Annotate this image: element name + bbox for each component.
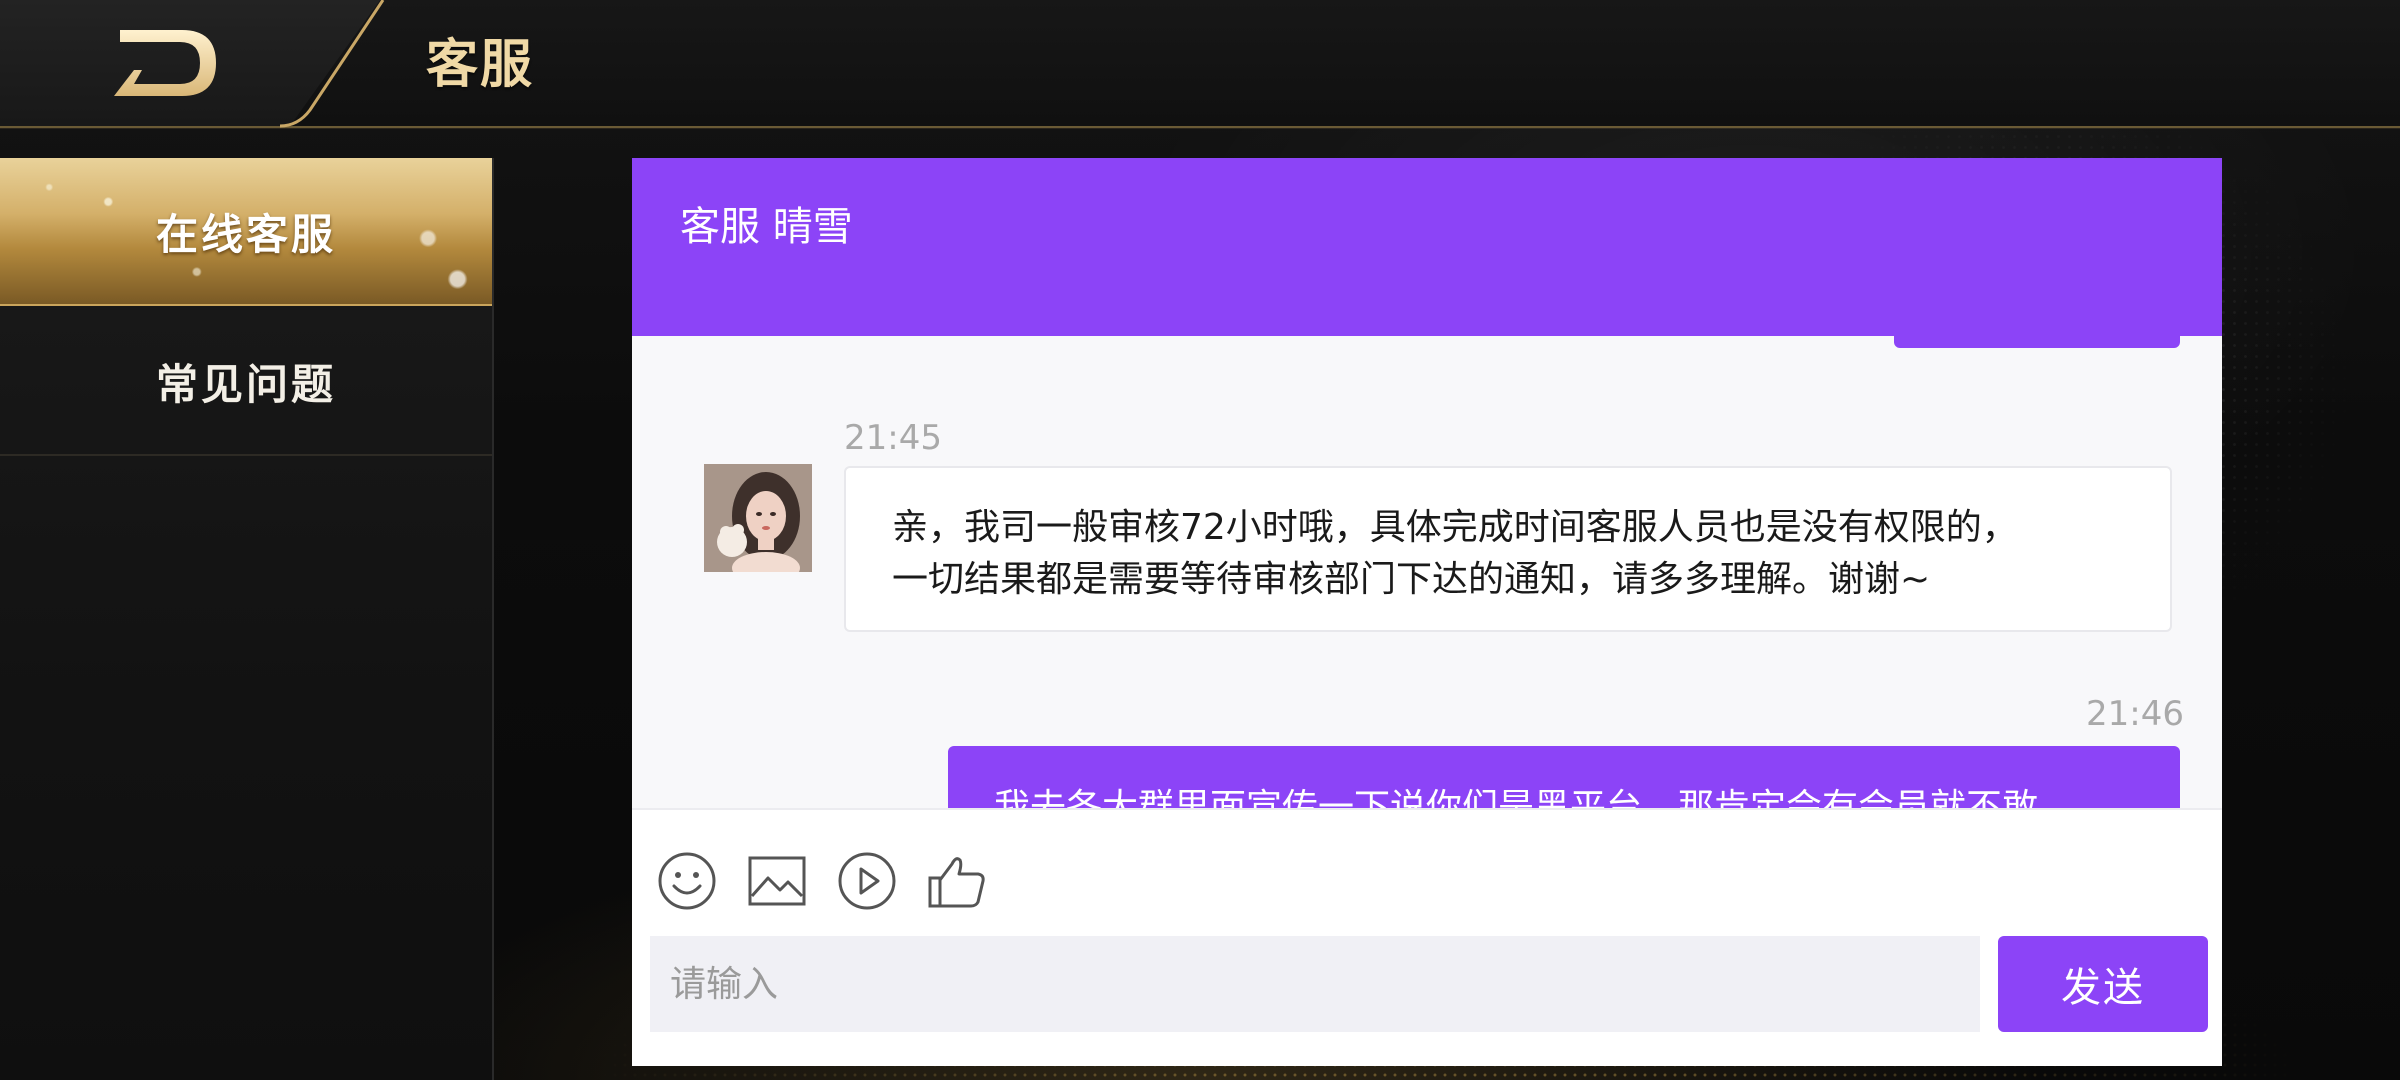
message-timestamp: 21:45: [844, 418, 942, 458]
previous-message-bubble: [1894, 336, 2180, 348]
image-icon[interactable]: [746, 850, 808, 912]
agent-message-bubble: 亲，我司一般审核72小时哦，具体完成时间客服人员也是没有权限的， 一切结果都是需…: [844, 466, 2172, 632]
sidebar: 在线客服 常见问题: [0, 158, 494, 1080]
chat-panel: 客服 晴雪 21:45 亲，我司一般审核72小时哦，具体完成时间客服人员也是没有…: [632, 158, 2222, 1066]
top-header: 客服: [0, 0, 2400, 128]
page-title: 客服: [426, 35, 535, 95]
sidebar-item-faq[interactable]: 常见问题: [0, 308, 492, 456]
chat-agent-title: 客服 晴雪: [680, 204, 853, 250]
message-input[interactable]: [650, 936, 1980, 1032]
brand-logo-icon[interactable]: [112, 28, 218, 98]
message-timestamp: 21:46: [2086, 694, 2184, 734]
sidebar-item-online-service[interactable]: 在线客服: [0, 158, 492, 304]
smile-icon[interactable]: [656, 850, 718, 912]
chat-header: 客服 晴雪: [632, 158, 2222, 336]
thumbs-up-icon[interactable]: [926, 850, 988, 912]
avatar-photo: [704, 464, 812, 572]
agent-avatar[interactable]: [704, 464, 812, 572]
send-button[interactable]: 发送: [1998, 936, 2208, 1032]
play-circle-icon[interactable]: [836, 850, 898, 912]
